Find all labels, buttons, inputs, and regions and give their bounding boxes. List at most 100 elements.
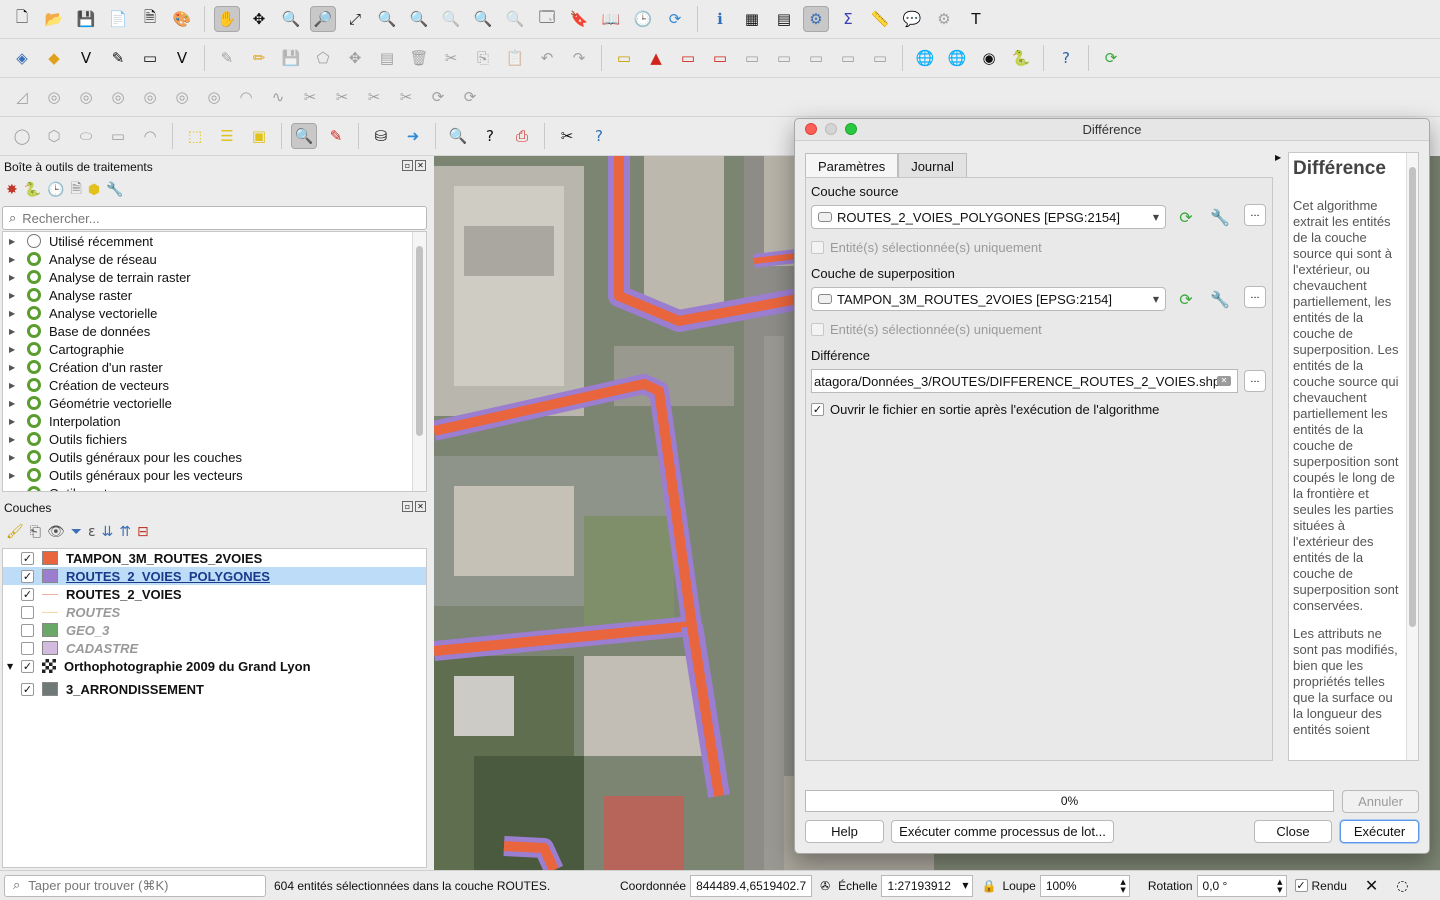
layer-row-routes-2-voies[interactable]: ✓ ROUTES_2_VOIES	[3, 585, 426, 603]
expand-arrow-icon[interactable]: ▶	[9, 435, 19, 444]
new-virtual-layer-icon[interactable]: V	[169, 45, 195, 71]
arrow-right-icon[interactable]: ➜	[400, 123, 426, 149]
fill-ring-icon[interactable]: ◎	[105, 84, 131, 110]
edit-features-in-place-icon[interactable]: ⬢	[88, 182, 100, 198]
toolbox-group-item[interactable]: ▶ Création de vecteurs	[3, 376, 426, 394]
toolbox-group-item[interactable]: ▶ Analyse de terrain raster	[3, 268, 426, 286]
split-features-icon[interactable]: ✂	[297, 84, 323, 110]
modify-attributes-icon[interactable]: ▤	[374, 45, 400, 71]
new-project-icon[interactable]: 🗋	[9, 6, 35, 32]
undo-icon[interactable]: ↶	[534, 45, 560, 71]
scrollbar-thumb[interactable]	[416, 246, 423, 436]
toolbox-scrollbar[interactable]	[412, 232, 426, 491]
scrollbar-thumb[interactable]	[1409, 167, 1416, 627]
label-toolbar-icon[interactable]: ▭	[611, 45, 637, 71]
statistics-sigma-icon[interactable]: Σ	[835, 6, 861, 32]
new-memory-layer-icon[interactable]: ▭	[137, 45, 163, 71]
scale-combo[interactable]: 1:27193912 ▼	[881, 874, 974, 897]
iterate-over-features-icon[interactable]: ⟳	[1174, 287, 1198, 311]
reshape-icon[interactable]: ◎	[201, 84, 227, 110]
spin-arrows-icon[interactable]: ▲ ▼	[1120, 878, 1125, 894]
window-zoom-icon[interactable]	[845, 123, 857, 135]
vertex-tool-icon[interactable]: ✥	[342, 45, 368, 71]
toolbox-group-item[interactable]: ▶ Analyse de réseau	[3, 250, 426, 268]
merge-attributes-icon[interactable]: ✂	[393, 84, 419, 110]
crs-icon[interactable]: ◌	[1396, 878, 1408, 894]
source-selected-only-checkbox[interactable]: Entité(s) sélectionnée(s) uniquement	[811, 240, 1042, 255]
reverse-line-icon[interactable]: ⟳	[457, 84, 483, 110]
decorations-icon[interactable]: ⚙	[931, 6, 957, 32]
text-annotation-icon[interactable]: T	[963, 6, 989, 32]
current-edits-icon[interactable]: ✎	[214, 45, 240, 71]
toggle-editing-icon[interactable]: ✏	[246, 45, 272, 71]
cut-icon[interactable]: ✂	[438, 45, 464, 71]
copy-icon[interactable]: ⎘	[470, 45, 496, 71]
expand-arrow-icon[interactable]: ▶	[9, 309, 19, 318]
offset-curve-icon[interactable]: ◠	[233, 84, 259, 110]
manage-visibility-eye-icon[interactable]: 👁	[47, 524, 65, 540]
toolbox-group-item[interactable]: ▶ Géométrie vectorielle	[3, 394, 426, 412]
temporal-controller-icon[interactable]: 🕒	[630, 6, 656, 32]
layer-checkbox[interactable]	[21, 605, 34, 619]
models-gear-icon[interactable]: ✸	[6, 182, 18, 198]
rotate-label-icon[interactable]: ▭	[771, 45, 797, 71]
add-group-icon[interactable]: ⎗	[30, 524, 41, 540]
toolbox-group-item[interactable]: ▶ Base de données	[3, 322, 426, 340]
label-properties-icon[interactable]: ▭	[835, 45, 861, 71]
search-tool-icon[interactable]: 🔍	[445, 123, 471, 149]
locator-search-input[interactable]: ⌕ Taper pour trouver (⌘K)	[4, 874, 266, 897]
zoom-last-icon[interactable]: 🔍	[470, 6, 496, 32]
source-browse-button[interactable]: ...	[1244, 204, 1266, 226]
expand-arrow-icon[interactable]: ▶	[9, 489, 19, 492]
filter-features-icon[interactable]: ✎	[323, 123, 349, 149]
layer-checkbox[interactable]: ✓	[21, 659, 34, 673]
rectangle-icon[interactable]: ▭	[105, 123, 131, 149]
cancel-button[interactable]: Annuler	[1342, 790, 1419, 813]
lock-scale-icon[interactable]: 🔒	[981, 879, 996, 893]
pan-to-selection-icon[interactable]: ✥	[246, 6, 272, 32]
help-scrollbar[interactable]	[1406, 153, 1418, 760]
collapse-help-arrow-icon[interactable]: ▶	[1275, 153, 1281, 162]
data-source-manager-icon[interactable]: ◈	[9, 45, 35, 71]
options-wrench-icon[interactable]: 🔧	[106, 182, 123, 198]
layer-checkbox[interactable]	[21, 623, 34, 637]
layer-row-geo3[interactable]: GEO_3	[3, 621, 426, 639]
run-button[interactable]: Exécuter	[1340, 820, 1419, 843]
add-part-icon[interactable]: ◎	[73, 84, 99, 110]
layer-row-routes[interactable]: ROUTES	[3, 603, 426, 621]
layer-row-routes-polygones[interactable]: ✓ ROUTES_2_VOIES_POLYGONES	[3, 567, 426, 585]
render-checkbox[interactable]: ✓	[1294, 879, 1308, 892]
delete-ring-icon[interactable]: ◎	[137, 84, 163, 110]
add-ring-icon[interactable]: ◎	[41, 84, 67, 110]
collapse-all-icon[interactable]: ⇈	[119, 524, 131, 540]
new-spatialite-icon[interactable]: ✎	[105, 45, 131, 71]
expand-arrow-icon[interactable]: ▶	[9, 399, 19, 408]
filter-expression-icon[interactable]: ε	[88, 524, 96, 540]
coordinate-field[interactable]: 844489.4,6519402.7	[690, 874, 813, 897]
tools-icon[interactable]: ✂	[554, 123, 580, 149]
tab-journal[interactable]: Journal	[898, 153, 967, 178]
overlay-layer-combo[interactable]: TAMPON_3M_ROUTES_2VOIES [EPSG:2154] ▼	[811, 287, 1166, 311]
zoom-spinbox[interactable]: 100% ▲ ▼	[1039, 874, 1130, 897]
redo-icon[interactable]: ↷	[566, 45, 592, 71]
pdf-export-icon[interactable]: ⎙	[509, 123, 535, 149]
zoom-layer-icon[interactable]: 🔍	[406, 6, 432, 32]
expand-arrow-icon[interactable]: ▶	[9, 381, 19, 390]
layer-row-tampon[interactable]: ✓ TAMPON_3M_ROUTES_2VOIES	[3, 549, 426, 567]
save-edits-icon[interactable]: 💾	[278, 45, 304, 71]
layer-checkbox[interactable]: ✓	[21, 682, 34, 696]
close-icon[interactable]: ✕	[415, 501, 426, 512]
overlay-browse-button[interactable]: ...	[1244, 286, 1266, 308]
expand-arrow-icon[interactable]: ▶	[9, 255, 19, 264]
toolbox-group-item[interactable]: ▶ Analyse raster	[3, 286, 426, 304]
show-hide-labels-icon[interactable]: ▭	[707, 45, 733, 71]
expand-arrow-icon[interactable]: ▶	[9, 345, 19, 354]
toolbox-search-input[interactable]: ⌕ Rechercher...	[2, 206, 427, 230]
messages-icon[interactable]: ✕	[1365, 876, 1378, 895]
zoom-in-icon[interactable]: 🔍	[278, 6, 304, 32]
plugin-sync-icon[interactable]: ⟳	[1098, 45, 1124, 71]
dialog-titlebar[interactable]: Différence	[795, 119, 1429, 141]
window-close-icon[interactable]	[805, 123, 817, 135]
toolbox-group-item[interactable]: ▶ Outils fichiers	[3, 430, 426, 448]
regular-polygon-icon[interactable]: ⬡	[41, 123, 67, 149]
